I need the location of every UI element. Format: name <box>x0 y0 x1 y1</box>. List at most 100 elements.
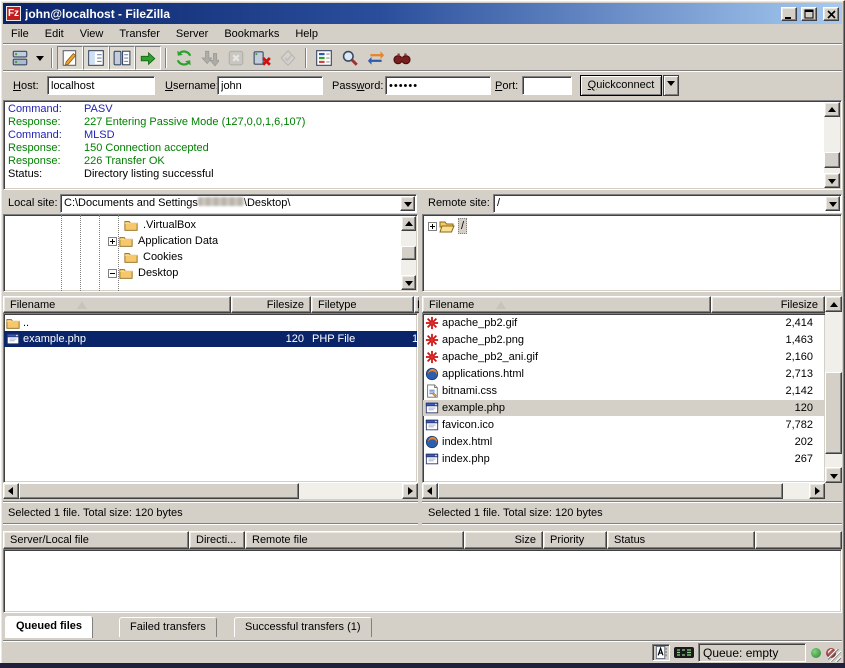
file-name: example.php <box>20 333 86 345</box>
scrollbar-thumb[interactable] <box>825 372 842 454</box>
disconnect-button[interactable] <box>249 46 275 70</box>
quickconnect-dropdown[interactable] <box>663 75 679 96</box>
file-size: 202 <box>673 436 813 448</box>
css-document-icon <box>425 384 439 398</box>
column-header-filename[interactable]: Filename <box>422 296 711 313</box>
scrollbar-thumb[interactable] <box>19 483 299 499</box>
column-header-size[interactable]: Size <box>464 531 543 549</box>
file-row-selected[interactable]: example.php 120 <box>423 400 825 416</box>
scroll-down-button[interactable] <box>401 275 416 290</box>
menu-server[interactable]: Server <box>168 26 216 42</box>
remote-site-combo-dropdown[interactable] <box>825 196 840 211</box>
toggle-message-log-button[interactable] <box>57 46 83 70</box>
directory-listing-filters-button[interactable] <box>311 46 337 70</box>
log-text: 227 Entering Passive Mode (127,0,0,1,6,1… <box>84 116 305 129</box>
file-name: favicon.ico <box>439 419 494 431</box>
expand-icon[interactable] <box>108 237 117 246</box>
remote-site-combo[interactable]: / <box>493 194 842 213</box>
scrollbar-thumb[interactable] <box>438 483 783 499</box>
column-header-direction[interactable]: Directi... <box>189 531 245 549</box>
collapse-icon[interactable] <box>108 269 117 278</box>
file-row[interactable]: bitnami.css 2,142 <box>423 383 825 399</box>
expand-icon[interactable] <box>428 222 437 231</box>
site-manager-button[interactable] <box>7 46 33 70</box>
scrollbar-thumb[interactable] <box>401 246 416 260</box>
tree-item[interactable]: Cookies <box>122 249 185 265</box>
maximize-button[interactable] <box>801 7 817 21</box>
scroll-left-button[interactable] <box>3 483 19 499</box>
tab-queued-files[interactable]: Queued files <box>5 616 93 638</box>
menu-help[interactable]: Help <box>287 26 326 42</box>
file-row-selected[interactable]: example.php 120 PHP File 1 <box>4 331 417 347</box>
file-name: apache_pb2_ani.gif <box>439 351 538 363</box>
column-header-serverlocal[interactable]: Server/Local file <box>3 531 189 549</box>
arrow-right-icon <box>815 487 820 495</box>
tree-item[interactable]: .VirtualBox <box>122 217 198 233</box>
file-row[interactable]: apache_pb2.png 1,463 <box>423 332 825 348</box>
column-header-priority[interactable]: Priority <box>543 531 607 549</box>
close-button[interactable] <box>823 7 839 21</box>
scroll-right-button[interactable] <box>402 483 418 499</box>
scroll-up-button[interactable] <box>401 216 416 231</box>
tree-item[interactable]: Desktop <box>108 265 180 281</box>
scroll-down-button[interactable] <box>824 173 840 188</box>
column-header-filesize[interactable]: Filesize <box>711 296 825 313</box>
toolbar-separator <box>305 48 307 68</box>
file-row[interactable]: apache_pb2_ani.gif 2,160 <box>423 349 825 365</box>
file-row[interactable]: favicon.ico 7,782 <box>423 417 825 433</box>
chevron-down-icon <box>36 56 44 61</box>
toggle-local-tree-button[interactable] <box>83 46 109 70</box>
file-row[interactable]: apache_pb2.gif 2,414 <box>423 315 825 331</box>
local-site-combo[interactable]: C:\Documents and Settings\Desktop\ <box>60 194 417 213</box>
scroll-down-button[interactable] <box>825 467 842 483</box>
file-row[interactable]: index.html 202 <box>423 434 825 450</box>
column-header-filesize[interactable]: Filesize <box>231 296 311 313</box>
port-input[interactable] <box>522 76 572 95</box>
minimize-button[interactable] <box>781 7 797 21</box>
scroll-right-button[interactable] <box>809 483 825 499</box>
column-header-filetype[interactable]: Filetype <box>311 296 414 313</box>
quickconnect-button[interactable]: Quickconnect <box>580 75 662 96</box>
menu-edit[interactable]: Edit <box>37 26 72 42</box>
file-row[interactable]: applications.html 2,713 <box>423 366 825 382</box>
column-header-status[interactable]: Status <box>607 531 755 549</box>
tree-item[interactable]: Application Data <box>108 233 220 249</box>
tab-failed-transfers[interactable]: Failed transfers <box>119 617 217 637</box>
directory-comparison-button[interactable] <box>337 46 363 70</box>
column-header-filename[interactable]: Filename <box>3 296 231 313</box>
ascii-transfer-type-icon[interactable] <box>652 644 670 661</box>
toggle-queue-button[interactable] <box>135 46 161 70</box>
synchronized-browsing-button[interactable] <box>363 46 389 70</box>
tab-successful-transfers[interactable]: Successful transfers (1) <box>234 617 372 637</box>
username-input[interactable] <box>217 76 323 95</box>
refresh-button[interactable] <box>171 46 197 70</box>
file-row[interactable]: .. <box>4 315 417 331</box>
scroll-up-button[interactable] <box>825 296 842 312</box>
menu-bookmarks[interactable]: Bookmarks <box>216 26 287 42</box>
scroll-left-button[interactable] <box>422 483 438 499</box>
find-files-button[interactable] <box>389 46 415 70</box>
scroll-up-button[interactable] <box>824 102 840 117</box>
host-input[interactable] <box>47 76 155 95</box>
scrollbar-thumb[interactable] <box>824 152 840 168</box>
file-size: 120 <box>164 333 304 345</box>
file-size: 2,142 <box>673 385 813 397</box>
password-input[interactable] <box>385 76 491 95</box>
menu-view[interactable]: View <box>72 26 112 42</box>
file-size: 1,463 <box>673 334 813 346</box>
remote-path: / <box>497 197 500 209</box>
resize-grip[interactable] <box>828 649 841 662</box>
menu-file[interactable]: File <box>3 26 37 42</box>
column-header-remotefile[interactable]: Remote file <box>245 531 464 549</box>
arrow-down-icon <box>830 474 838 479</box>
menu-transfer[interactable]: Transfer <box>111 26 168 42</box>
pane-splitter[interactable] <box>419 194 422 524</box>
file-row[interactable]: index.php 267 <box>423 451 825 467</box>
tree-item[interactable]: / <box>428 218 467 234</box>
app-icon[interactable]: Fz <box>6 6 21 21</box>
file-type: PHP File <box>312 333 355 345</box>
site-manager-dropdown[interactable] <box>33 46 47 70</box>
toggle-remote-tree-button[interactable] <box>109 46 135 70</box>
speed-limits-icon[interactable] <box>674 647 694 658</box>
local-site-combo-dropdown[interactable] <box>400 196 415 211</box>
